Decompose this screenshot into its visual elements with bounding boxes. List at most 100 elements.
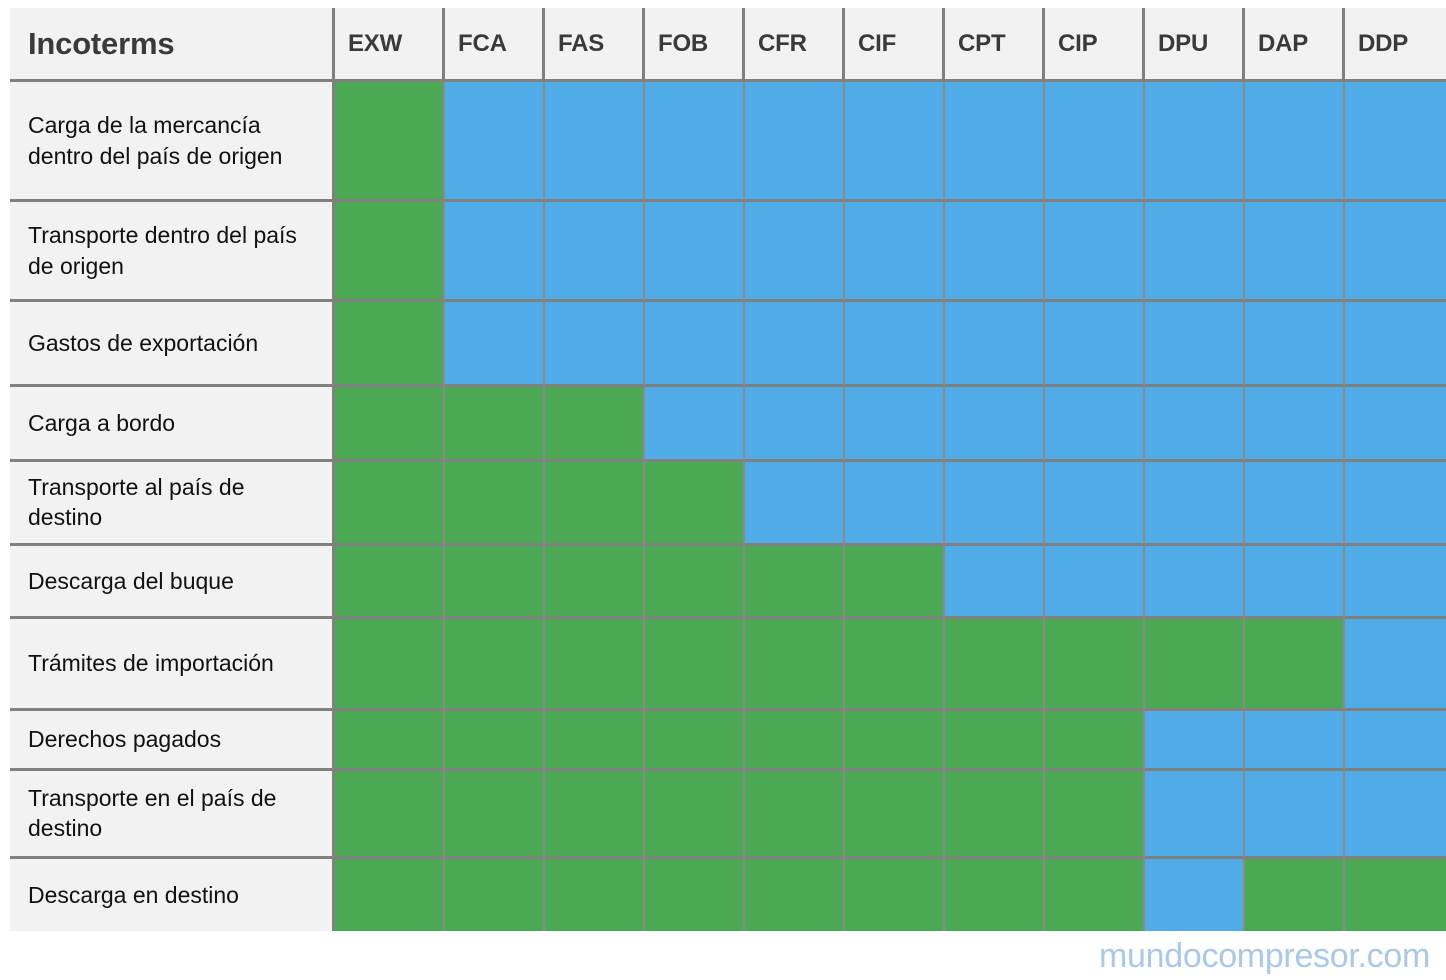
cell-dpu-buyer [1145, 858, 1245, 931]
cell-cpt-buyer [945, 302, 1045, 387]
cell-cip-seller [1045, 710, 1145, 771]
cell-cpt-seller [945, 858, 1045, 931]
cell-fca-seller [445, 387, 545, 462]
cell-fas-buyer [545, 302, 645, 387]
cell-exw-seller [335, 618, 445, 711]
cell-fas-seller [545, 387, 645, 462]
cell-fca-seller [445, 858, 545, 931]
cell-fob-buyer [645, 82, 745, 202]
cell-fca-buyer [445, 82, 545, 202]
cell-ddp-buyer [1345, 202, 1446, 302]
cell-exw-seller [335, 545, 445, 619]
row-label: Gastos de exportación [10, 302, 335, 387]
table-row: Trámites de importación [10, 618, 1446, 711]
cell-fob-seller [645, 462, 745, 546]
column-header-fas: FAS [545, 8, 645, 82]
column-header-fob: FOB [645, 8, 745, 82]
cell-cfr-buyer [745, 462, 845, 546]
cell-dap-buyer [1245, 202, 1345, 302]
table-row: Transporte al país de destino [10, 462, 1446, 546]
column-header-dap: DAP [1245, 8, 1345, 82]
table-body: Carga de la mercancía dentro del país de… [10, 82, 1446, 931]
cell-exw-seller [335, 462, 445, 546]
row-label: Transporte al país de destino [10, 462, 335, 546]
cell-dpu-buyer [1145, 82, 1245, 202]
cell-dpu-buyer [1145, 462, 1245, 546]
cell-fob-seller [645, 770, 745, 859]
cell-ddp-buyer [1345, 302, 1446, 387]
table-row: Transporte dentro del país de origen [10, 202, 1446, 302]
cell-dap-buyer [1245, 387, 1345, 462]
table-row: Gastos de exportación [10, 302, 1446, 387]
column-header-dpu: DPU [1145, 8, 1245, 82]
site-watermark: mundocompresor.com [1099, 937, 1430, 975]
cell-cif-buyer [845, 82, 945, 202]
cell-dpu-seller [1145, 618, 1245, 711]
cell-cif-seller [845, 770, 945, 859]
cell-exw-seller [335, 82, 445, 202]
table-row: Derechos pagados [10, 710, 1446, 771]
column-header-cif: CIF [845, 8, 945, 82]
column-header-cip: CIP [1045, 8, 1145, 82]
cell-cif-seller [845, 545, 945, 619]
cell-cif-buyer [845, 387, 945, 462]
cell-fca-seller [445, 770, 545, 859]
cell-dap-buyer [1245, 545, 1345, 619]
cell-dap-buyer [1245, 462, 1345, 546]
cell-cfr-seller [745, 710, 845, 771]
row-label: Carga a bordo [10, 387, 335, 462]
cell-dap-buyer [1245, 82, 1345, 202]
row-label: Descarga en destino [10, 858, 335, 931]
cell-fob-seller [645, 710, 745, 771]
column-header-exw: EXW [335, 8, 445, 82]
cell-cpt-buyer [945, 387, 1045, 462]
cell-fob-seller [645, 618, 745, 711]
row-label: Carga de la mercancía dentro del país de… [10, 82, 335, 202]
cell-fas-buyer [545, 82, 645, 202]
cell-ddp-buyer [1345, 462, 1446, 546]
cell-cpt-seller [945, 618, 1045, 711]
row-label: Transporte en el país de destino [10, 770, 335, 859]
cell-dpu-buyer [1145, 710, 1245, 771]
cell-cfr-buyer [745, 387, 845, 462]
cell-cip-buyer [1045, 545, 1145, 619]
incoterms-cost-responsibility-table: Incoterms EXW FCA FAS FOB CFR CIF CPT CIP DPU DAP… [10, 8, 1446, 931]
cell-dpu-buyer [1145, 770, 1245, 859]
cell-fob-buyer [645, 302, 745, 387]
cell-dpu-buyer [1145, 387, 1245, 462]
cell-cfr-seller [745, 545, 845, 619]
cell-fca-buyer [445, 202, 545, 302]
cell-ddp-buyer [1345, 770, 1446, 859]
cell-cip-buyer [1045, 82, 1145, 202]
cell-fca-seller [445, 462, 545, 546]
cell-cif-buyer [845, 202, 945, 302]
cell-fca-seller [445, 710, 545, 771]
cell-fas-seller [545, 462, 645, 546]
cell-cip-buyer [1045, 302, 1145, 387]
row-label: Descarga del buque [10, 545, 335, 619]
row-label: Transporte dentro del país de origen [10, 202, 335, 302]
cell-ddp-buyer [1345, 710, 1446, 771]
cell-cpt-buyer [945, 462, 1045, 546]
cell-dap-seller [1245, 618, 1345, 711]
cell-fas-buyer [545, 202, 645, 302]
cell-cip-buyer [1045, 387, 1145, 462]
cell-fas-seller [545, 618, 645, 711]
cell-ddp-buyer [1345, 618, 1446, 711]
cell-cif-seller [845, 618, 945, 711]
cell-fob-seller [645, 545, 745, 619]
row-label: Derechos pagados [10, 710, 335, 771]
column-header-cpt: CPT [945, 8, 1045, 82]
table-row: Descarga del buque [10, 545, 1446, 619]
cell-exw-seller [335, 387, 445, 462]
column-header-cfr: CFR [745, 8, 845, 82]
cell-cip-buyer [1045, 462, 1145, 546]
header-row: Incoterms EXW FCA FAS FOB CFR CIF CPT CIP DPU DAP… [10, 8, 1446, 82]
cell-cif-seller [845, 710, 945, 771]
cell-fob-buyer [645, 387, 745, 462]
table-header: Incoterms EXW FCA FAS FOB CFR CIF CPT CIP DPU DAP… [10, 8, 1446, 82]
column-header-ddp: DDP [1345, 8, 1446, 82]
cell-cfr-seller [745, 770, 845, 859]
cell-fca-buyer [445, 302, 545, 387]
cell-cfr-seller [745, 858, 845, 931]
